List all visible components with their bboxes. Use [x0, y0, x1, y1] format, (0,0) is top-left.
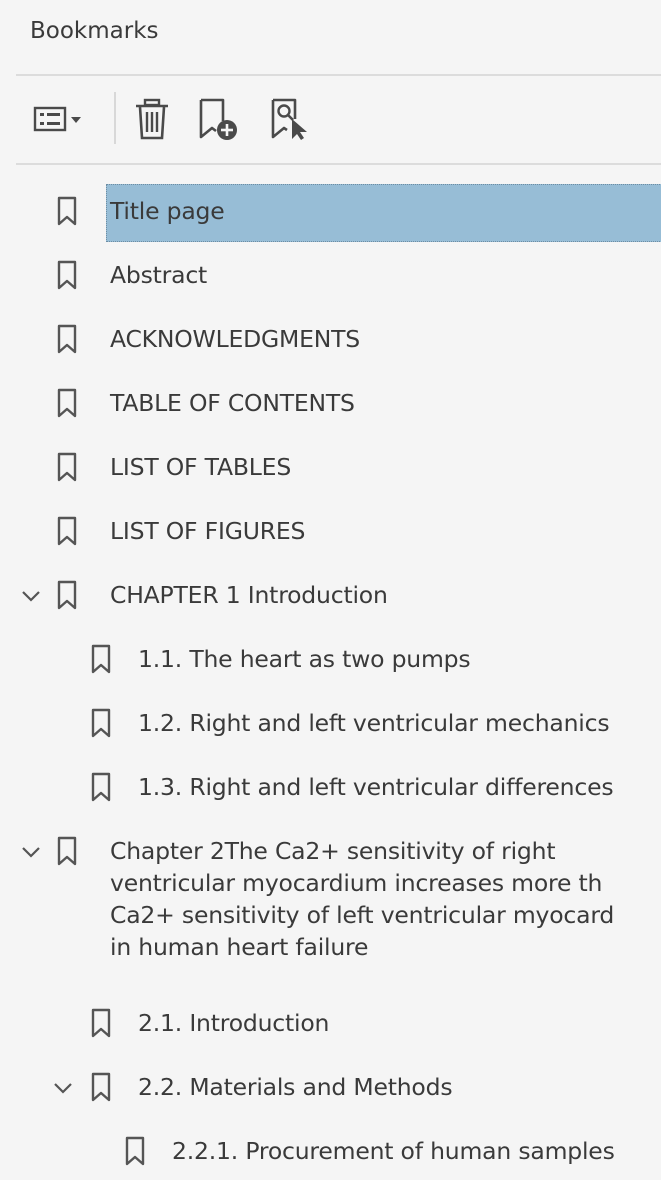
bookmark-icon [125, 1136, 145, 1166]
bookmark-item-table-of-contents[interactable]: TABLE OF CONTENTS [0, 382, 661, 428]
bookmark-item-1-3[interactable]: 1.3. Right and left ventricular differen… [0, 766, 661, 812]
trash-icon [133, 97, 171, 141]
bookmark-item-1-1[interactable]: 1.1. The heart as two pumps [0, 638, 661, 684]
options-menu-button[interactable] [32, 94, 92, 144]
panel-title: Bookmarks [30, 18, 159, 44]
bookmark-icon [57, 388, 77, 418]
bookmark-item-chapter-1[interactable]: CHAPTER 1 Introduction [0, 574, 661, 620]
bookmarks-panel: Bookmarks Title page Abstract ACKNOWLEDG… [0, 0, 661, 1180]
bookmark-icon [57, 580, 77, 610]
delete-bookmark-button[interactable] [132, 94, 172, 144]
bookmark-label-line: ventricular myocardium increases more th [110, 869, 603, 897]
bookmark-label: TABLE OF CONTENTS [110, 389, 355, 417]
chevron-down-icon[interactable] [52, 1077, 74, 1099]
chevron-down-icon[interactable] [20, 585, 42, 607]
bookmark-icon [57, 836, 77, 866]
bookmark-icon [91, 1072, 111, 1102]
bookmark-item-2-2[interactable]: 2.2. Materials and Methods [0, 1066, 661, 1112]
bookmark-label: 1.1. The heart as two pumps [138, 645, 471, 673]
bookmark-label-line: Ca2+ sensitivity of left ventricular myo… [110, 901, 615, 929]
bookmark-item-title-page[interactable]: Title page [0, 190, 661, 236]
bookmark-item-chapter-2[interactable]: Chapter 2The Ca2+ sensitivity of right v… [0, 830, 661, 992]
bookmark-icon [57, 324, 77, 354]
bookmark-label-line: in human heart failure [110, 933, 369, 961]
bookmark-icon [57, 516, 77, 546]
bookmark-label: LIST OF TABLES [110, 453, 292, 481]
bookmark-label: 2.1. Introduction [138, 1009, 330, 1037]
bookmark-label: 2.2.1. Procurement of human samples [172, 1137, 615, 1165]
bookmark-label: 2.2. Materials and Methods [138, 1073, 453, 1101]
toolbar-divider [16, 163, 661, 165]
bookmark-icon [91, 708, 111, 738]
new-bookmark-icon [196, 97, 244, 141]
bookmark-label: Chapter 2The Ca2+ sensitivity of right v… [110, 835, 661, 963]
bookmark-icon [91, 644, 111, 674]
bookmark-item-2-2-1[interactable]: 2.2.1. Procurement of human samples [0, 1130, 661, 1176]
bookmark-item-abstract[interactable]: Abstract [0, 254, 661, 300]
options-menu-icon [33, 104, 91, 134]
bookmark-icon [57, 196, 77, 226]
bookmark-icon [91, 772, 111, 802]
bookmark-icon [57, 260, 77, 290]
bookmark-label: ACKNOWLEDGMENTS [110, 325, 361, 353]
new-bookmark-button[interactable] [196, 94, 244, 144]
bookmark-label: Title page [110, 197, 225, 225]
find-current-bookmark-button[interactable] [268, 94, 316, 144]
bookmark-label: CHAPTER 1 Introduction [110, 581, 388, 609]
bookmarks-toolbar [0, 80, 661, 160]
bookmark-label: Abstract [110, 261, 208, 289]
find-current-bookmark-icon [268, 97, 316, 141]
bookmark-label-line: Chapter 2The Ca2+ sensitivity of right [110, 837, 556, 865]
header-divider [16, 74, 661, 76]
bookmark-item-1-2[interactable]: 1.2. Right and left ventricular mechanic… [0, 702, 661, 748]
bookmark-label: LIST OF FIGURES [110, 517, 306, 545]
bookmark-label: 1.2. Right and left ventricular mechanic… [138, 709, 610, 737]
bookmark-item-list-of-figures[interactable]: LIST OF FIGURES [0, 510, 661, 556]
chevron-down-icon[interactable] [20, 841, 42, 863]
toolbar-separator [114, 92, 116, 144]
bookmark-label: 1.3. Right and left ventricular differen… [138, 773, 614, 801]
bookmark-icon [91, 1008, 111, 1038]
bookmark-item-list-of-tables[interactable]: LIST OF TABLES [0, 446, 661, 492]
bookmark-item-2-1[interactable]: 2.1. Introduction [0, 1002, 661, 1048]
bookmark-item-acknowledgments[interactable]: ACKNOWLEDGMENTS [0, 318, 661, 364]
bookmark-icon [57, 452, 77, 482]
